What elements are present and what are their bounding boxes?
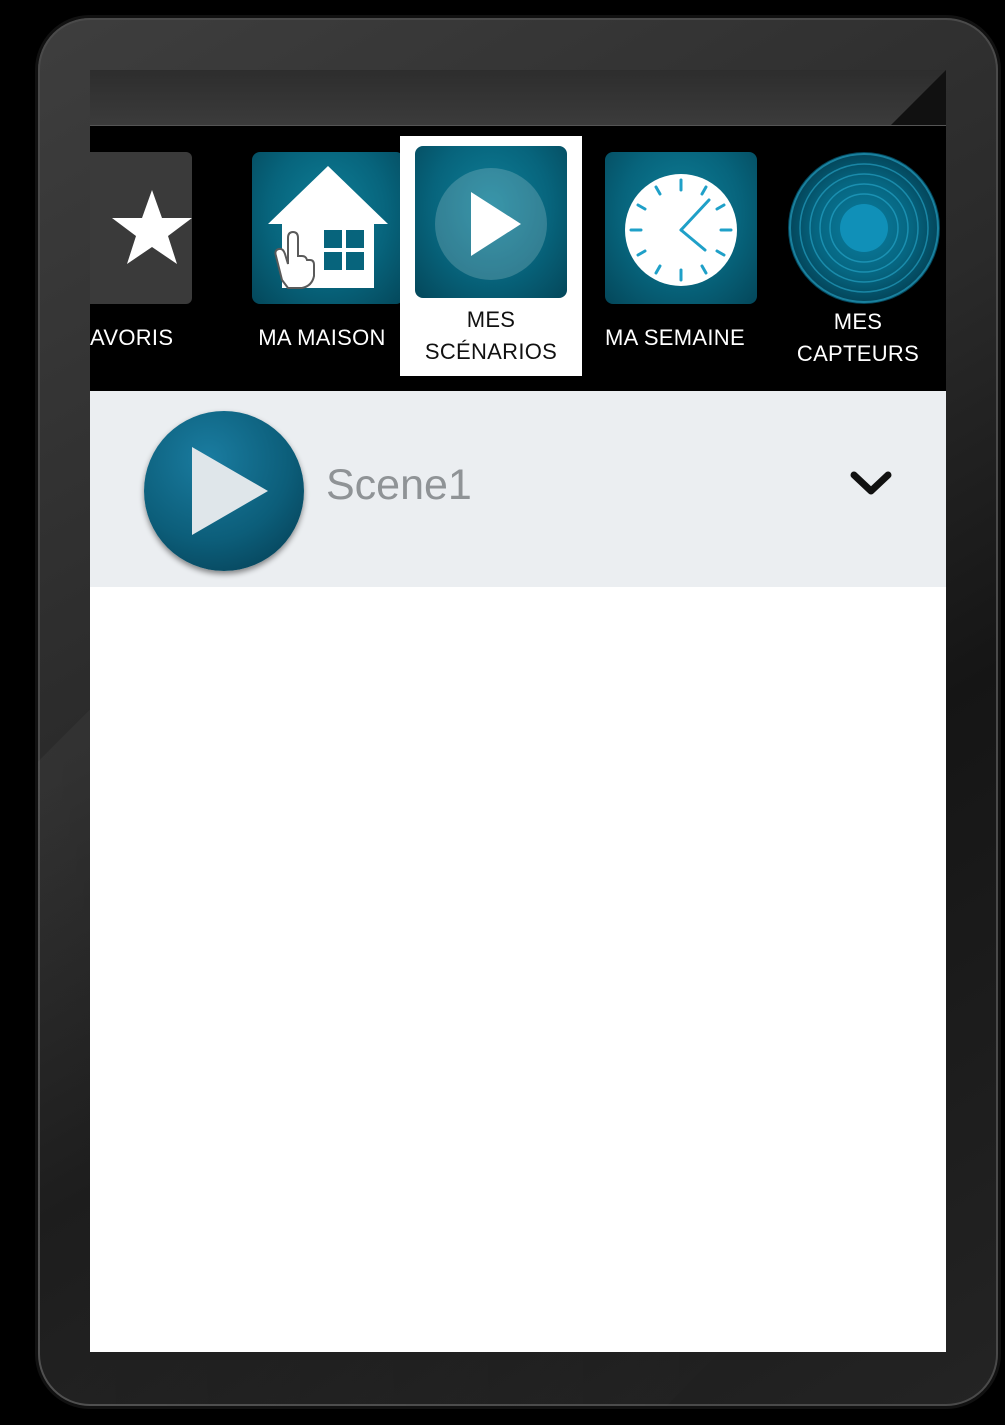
- app-screen: AVORIS MA MAISON MES SCÉNARIOS MA SEMAIN…: [90, 70, 946, 1352]
- scene-name: Scene1: [326, 461, 472, 509]
- play-icon: [435, 168, 547, 280]
- clock-icon: [625, 174, 737, 286]
- tab-label: MA MAISON: [258, 325, 386, 350]
- scenarios-tile: [415, 146, 567, 298]
- tab-ma-semaine[interactable]: MA SEMAINE: [585, 126, 765, 391]
- favoris-tile: [90, 152, 192, 304]
- play-icon: [192, 447, 268, 535]
- capteurs-tile: [788, 152, 940, 304]
- star-icon: [112, 190, 192, 264]
- scene-play-button[interactable]: [144, 411, 304, 571]
- maison-tile: [252, 152, 404, 304]
- house-icon: [268, 166, 388, 289]
- tab-favoris[interactable]: AVORIS: [90, 126, 220, 391]
- tab-mes-capteurs[interactable]: MES CAPTEURS: [768, 126, 946, 391]
- status-bar: [90, 70, 946, 126]
- tab-label: MES CAPTEURS: [796, 309, 920, 366]
- tab-ma-maison[interactable]: MA MAISON: [232, 126, 412, 391]
- tab-mes-scenarios[interactable]: MES SCÉNARIOS: [400, 136, 582, 376]
- sensor-rings-icon: [789, 153, 939, 303]
- scene-row[interactable]: Scene1: [90, 391, 946, 587]
- semaine-tile: [605, 152, 757, 304]
- scene-expand-button[interactable]: [846, 461, 896, 511]
- tablet-frame: AVORIS MA MAISON MES SCÉNARIOS MA SEMAIN…: [38, 18, 998, 1406]
- main-nav: AVORIS MA MAISON MES SCÉNARIOS MA SEMAIN…: [90, 126, 946, 391]
- chevron-down-icon: [850, 471, 892, 495]
- tab-label: MA SEMAINE: [605, 325, 745, 350]
- tab-label: MES SCÉNARIOS: [424, 307, 558, 364]
